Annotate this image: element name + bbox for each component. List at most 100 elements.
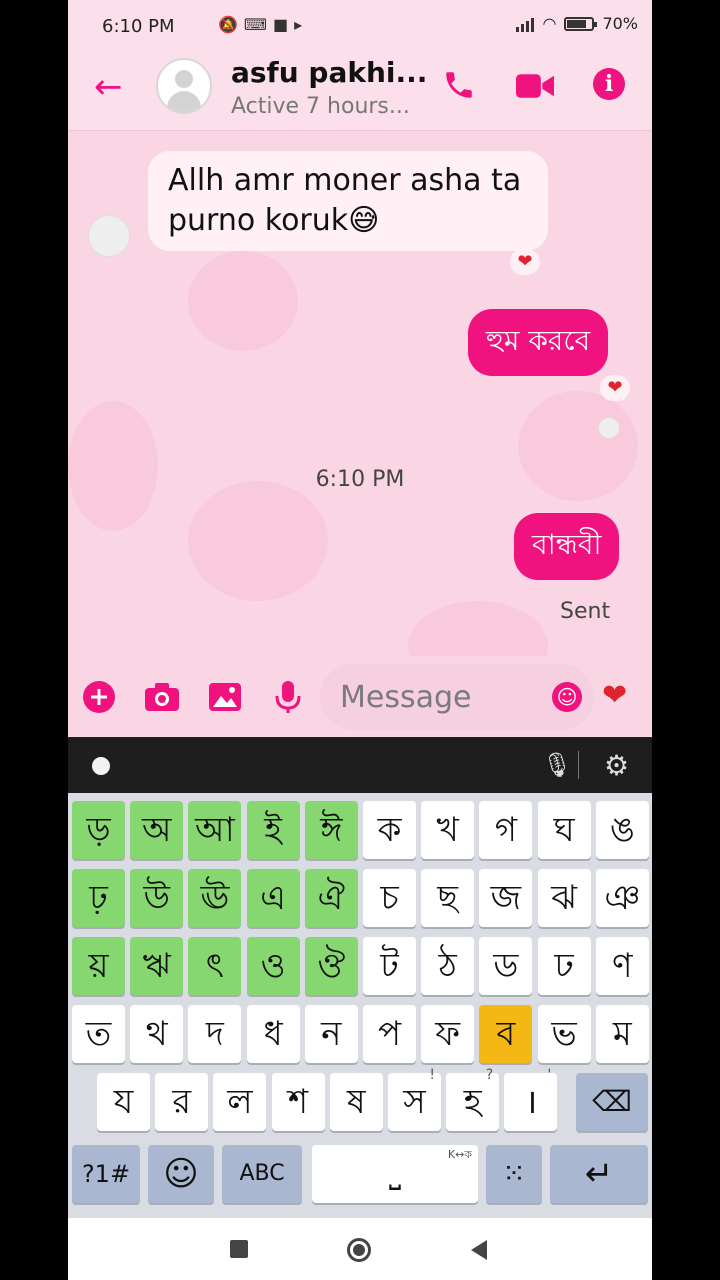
recent-apps-icon[interactable]	[230, 1240, 248, 1258]
contact-name[interactable]: asfu pakhi...	[231, 56, 427, 89]
key[interactable]: ক	[363, 801, 416, 859]
emoji-key[interactable]: ☺	[148, 1145, 214, 1203]
key[interactable]: দ	[188, 1005, 242, 1063]
key[interactable]: ' ।	[504, 1067, 558, 1131]
key[interactable]: ছ	[421, 869, 475, 927]
add-icon[interactable]	[82, 680, 116, 714]
home-icon[interactable]	[347, 1238, 371, 1262]
navigation-bar	[68, 1218, 652, 1280]
space-key[interactable]: ⎵ K↔ক	[312, 1145, 478, 1203]
sender-avatar[interactable]	[88, 215, 130, 257]
key[interactable]: জ	[479, 869, 533, 927]
contact-avatar[interactable]	[156, 58, 212, 114]
reaction-heart-icon[interactable]: ❤	[510, 249, 540, 275]
key[interactable]: ত	[72, 1005, 125, 1063]
contact-status: Active 7 hours...	[231, 94, 410, 119]
key[interactable]: ড	[479, 937, 533, 995]
enter-key-label: ↵	[584, 1154, 614, 1194]
key[interactable]: ঈ	[304, 801, 358, 859]
key[interactable]: ঠ	[421, 937, 475, 995]
wifi-icon: ◠	[542, 14, 557, 33]
emoji-icon[interactable]: ☺	[552, 682, 582, 712]
message-bubble-outgoing[interactable]: বান্ধবী	[514, 513, 620, 580]
divider	[578, 751, 579, 779]
keyboard-row: তথদধনপফবভম	[68, 1005, 652, 1067]
key[interactable]: ন	[304, 1005, 358, 1063]
key[interactable]: ড়	[72, 801, 125, 859]
key[interactable]: ঔ	[304, 937, 358, 995]
signal-icon	[516, 16, 535, 32]
key[interactable]: গ	[479, 801, 533, 859]
key[interactable]: উ	[130, 869, 184, 927]
symbols-key[interactable]: ?1#	[72, 1145, 140, 1203]
voice-input-icon[interactable]: 🎙	[542, 751, 572, 779]
key[interactable]: ণ	[595, 937, 649, 995]
gallery-icon[interactable]	[208, 682, 242, 712]
reaction-heart-icon[interactable]: ❤	[600, 375, 630, 401]
key[interactable]: ৎ	[188, 937, 242, 995]
phone-call-icon[interactable]	[442, 68, 476, 102]
language-switch-hint: K↔ক	[447, 1148, 472, 1161]
key[interactable]: য়	[72, 937, 125, 995]
key[interactable]: আ	[188, 801, 242, 859]
key[interactable]: র	[155, 1073, 209, 1131]
key[interactable]: ভ	[537, 1005, 591, 1063]
abc-key[interactable]: ABC	[222, 1145, 302, 1203]
microphone-icon[interactable]	[274, 680, 302, 714]
key[interactable]: ঝ	[537, 869, 591, 927]
key[interactable]: ঢ	[537, 937, 591, 995]
phone-screen: 6:10 PM 🔕⌨■▸ ◠ 70% ← asfu pakhi... Activ…	[68, 0, 652, 1280]
smiley-icon: ☺	[163, 1154, 199, 1194]
key[interactable]: ঋ	[130, 937, 184, 995]
info-icon[interactable]: i	[593, 68, 625, 100]
layout-switch-key[interactable]: ⁙	[486, 1145, 542, 1203]
key[interactable]: ঢ়	[72, 869, 125, 927]
key[interactable]: চ	[363, 869, 416, 927]
key[interactable]: ও	[246, 937, 300, 995]
back-triangle-icon[interactable]	[471, 1240, 487, 1260]
key[interactable]: অ	[130, 801, 184, 859]
key[interactable]: ঘ	[537, 801, 591, 859]
key[interactable]: ! স	[388, 1067, 441, 1131]
key[interactable]: ট	[363, 937, 416, 995]
key-label: ।	[524, 1082, 538, 1122]
chat-thread[interactable]: Allh amr moner asha ta purno koruk😅 ❤ হু…	[68, 131, 652, 656]
key[interactable]: ষ	[329, 1073, 383, 1131]
notification-icons: 🔕⌨■▸	[218, 15, 308, 34]
message-bubble-outgoing[interactable]: হুম করবে	[468, 309, 609, 376]
video-call-icon[interactable]	[516, 72, 554, 100]
camera-icon[interactable]	[144, 682, 180, 712]
key[interactable]: ধ	[246, 1005, 300, 1063]
settings-gear-icon[interactable]: ⚙	[604, 749, 629, 782]
key[interactable]: ব	[479, 1005, 533, 1063]
key[interactable]: শ	[271, 1073, 325, 1131]
key-label: হ	[463, 1082, 482, 1122]
key[interactable]: প	[363, 1005, 416, 1063]
key[interactable]: ই	[246, 801, 300, 859]
battery-level: 70%	[602, 14, 638, 33]
key[interactable]: ঐ	[304, 869, 358, 927]
key[interactable]: য	[97, 1073, 150, 1131]
message-bubble-incoming[interactable]: Allh amr moner asha ta purno koruk😅	[148, 151, 548, 251]
grid-icon: ⁙	[502, 1157, 526, 1190]
like-heart-icon[interactable]: ❤	[602, 678, 627, 713]
key[interactable]: ল	[213, 1073, 267, 1131]
keyboard-row: ড় অ আ ই ঈ ক খ গ ঘ ঙ	[68, 801, 652, 863]
keyboard-row: য র ল শ ষ! স? হ ' । ⌫	[68, 1067, 652, 1135]
key[interactable]: খ	[421, 801, 475, 859]
key[interactable]: ঙ	[595, 801, 649, 859]
system-icons: ◠ 70%	[516, 14, 638, 33]
key[interactable]: ঞ	[595, 869, 649, 927]
keyboard-toolbar: 🎙 ⚙	[68, 737, 652, 793]
keyboard-menu-icon[interactable]	[92, 757, 110, 775]
enter-key[interactable]: ↵	[550, 1145, 648, 1203]
key[interactable]: ম	[595, 1005, 649, 1063]
back-arrow-icon[interactable]: ←	[94, 70, 123, 104]
key[interactable]: ? হ	[446, 1067, 500, 1131]
key[interactable]: ঊ	[188, 869, 242, 927]
key[interactable]: থ	[130, 1005, 184, 1063]
key[interactable]: ফ	[421, 1005, 475, 1063]
key[interactable]: এ	[246, 869, 300, 927]
key-label: স	[403, 1082, 426, 1122]
backspace-key[interactable]: ⌫	[576, 1073, 648, 1131]
